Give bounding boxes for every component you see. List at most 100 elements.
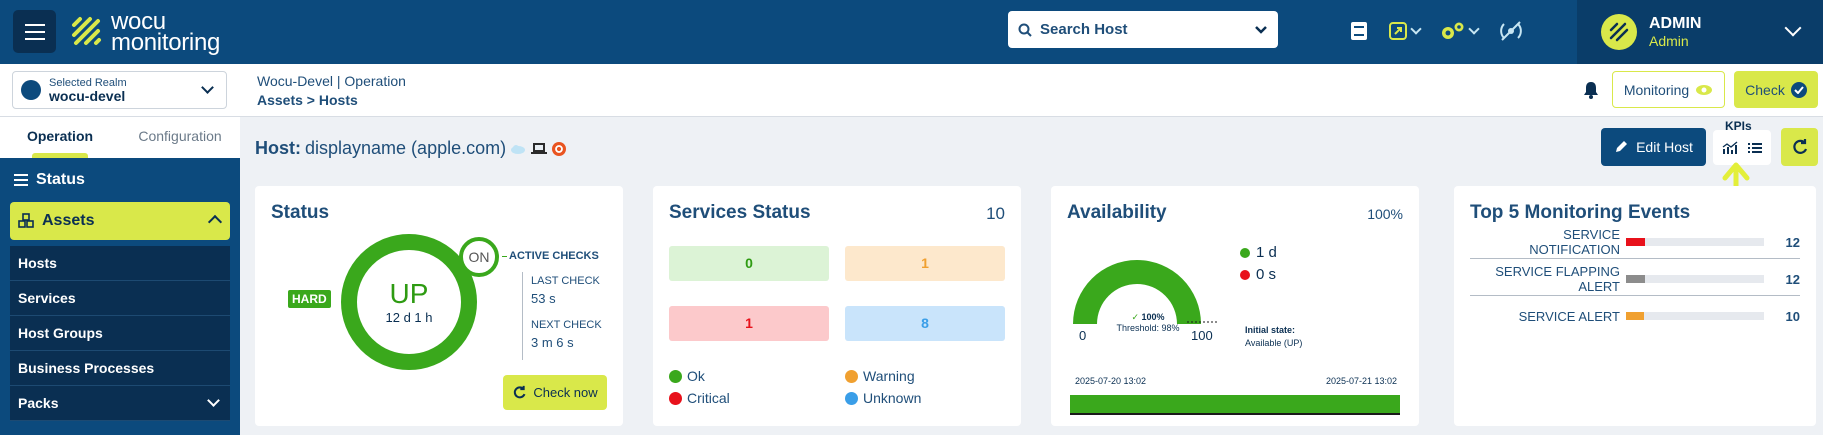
event-bar — [1626, 312, 1644, 320]
chevron-down-icon — [1410, 23, 1422, 35]
event-row[interactable]: SERVICE NOTIFICATION 12 — [1470, 227, 1800, 257]
chevron-up-icon — [207, 214, 223, 230]
sidebar-item-label: Status — [36, 171, 85, 188]
chevron-down-icon — [1784, 19, 1802, 37]
search-host-dropdown[interactable]: Search Host — [1008, 11, 1278, 48]
chart-icon[interactable] — [1722, 141, 1738, 155]
antenna-off-icon — [1500, 21, 1522, 41]
refresh-button[interactable] — [1781, 128, 1818, 166]
unknown-dot-icon — [845, 391, 858, 405]
refresh-icon — [1792, 139, 1807, 154]
event-name: SERVICE NOTIFICATION — [1529, 227, 1620, 257]
chevron-down-icon — [207, 394, 220, 407]
sidebar-item-status[interactable]: Status — [0, 158, 240, 202]
initial-state: Initial state: Available (UP) — [1245, 324, 1302, 350]
legend-warning-label: Warning — [863, 368, 915, 384]
external-link-menu[interactable] — [1388, 21, 1422, 41]
services-unknown-box[interactable]: 8 — [845, 306, 1005, 341]
event-row[interactable]: SERVICE FLAPPING ALERT 12 — [1470, 264, 1800, 294]
event-name: SERVICE ALERT — [1518, 308, 1620, 324]
last-check-value: 53 s — [531, 291, 556, 306]
gauge-center: ✓ 100% Threshold: 98% — [1108, 312, 1188, 334]
refresh-icon — [514, 385, 526, 399]
check-times: LAST CHECK 53 s NEXT CHECK 3 m 6 s — [522, 272, 602, 360]
timeline-end: 2025-07-21 13:02 — [1325, 376, 1397, 386]
availability-timeline-bar[interactable] — [1070, 395, 1400, 415]
monitoring-button[interactable]: Monitoring — [1612, 71, 1725, 108]
list-view-icon[interactable] — [1747, 142, 1762, 154]
down-time: 0 s — [1256, 266, 1277, 283]
user-menu[interactable]: ADMIN Admin — [1577, 0, 1823, 64]
initial-state-value: Available (UP) — [1245, 338, 1303, 348]
realm-selector[interactable]: Selected Realm wocu-devel — [12, 71, 227, 109]
logo[interactable]: wocu monitoring — [70, 8, 221, 56]
up-time: 1 d — [1256, 244, 1277, 261]
edit-host-button[interactable]: Edit Host — [1601, 128, 1706, 166]
status-card: Status HARD UP 12 d 1 h ON ACTIVE CHECKS… — [255, 186, 623, 426]
services-status-card: Services Status 10 0 1 1 8 Ok Warning Cr… — [653, 186, 1021, 426]
page-title: Host: displayname (apple.com) — [255, 138, 567, 159]
eye-icon — [1696, 84, 1713, 95]
last-check-label: LAST CHECK — [531, 275, 600, 287]
check-circle-icon — [1790, 81, 1807, 98]
sub-header: Selected Realm wocu-devel Wocu-Devel | O… — [0, 64, 1823, 117]
search-placeholder: Search Host — [1040, 21, 1128, 38]
maintenance-toggle[interactable] — [1498, 18, 1524, 44]
breadcrumb-path[interactable]: Assets > Hosts — [257, 91, 406, 110]
bell-icon — [1584, 82, 1598, 99]
search-icon — [1018, 23, 1032, 37]
sidebar-item-services[interactable]: Services — [10, 281, 230, 316]
check-button[interactable]: Check — [1734, 71, 1818, 108]
event-row[interactable]: SERVICE ALERT 10 — [1470, 304, 1800, 328]
event-count: 10 — [1785, 308, 1800, 324]
check-now-button[interactable]: Check now — [503, 375, 607, 410]
docs-button[interactable] — [1350, 21, 1368, 41]
legend-unknown: Unknown — [845, 390, 921, 406]
sidebar-item-business-processes[interactable]: Business Processes — [10, 351, 230, 386]
initial-state-label: Initial state: — [1245, 325, 1296, 335]
sidebar-item-label: Assets — [42, 212, 95, 229]
logo-text: wocu monitoring — [111, 8, 221, 56]
divider — [1470, 258, 1800, 259]
state-type-badge: HARD — [288, 290, 331, 308]
services-warning-box[interactable]: 1 — [845, 246, 1005, 281]
event-bar — [1626, 275, 1646, 283]
next-check-label: NEXT CHECK — [531, 319, 602, 331]
monitoring-label: Monitoring — [1623, 81, 1690, 98]
notifications-button[interactable] — [1583, 81, 1599, 104]
realm-value: wocu-devel — [49, 88, 126, 104]
critical-dot-icon — [669, 391, 682, 405]
check-label: Check — [1745, 81, 1785, 98]
active-checks-badge[interactable]: ON — [459, 237, 499, 277]
breadcrumb-context[interactable]: Wocu-Devel | Operation — [257, 72, 406, 91]
realm-icon — [21, 80, 41, 100]
legend-critical-label: Critical — [687, 390, 730, 406]
host-state: UP — [389, 277, 429, 309]
chevron-down-icon — [1255, 25, 1267, 34]
pencil-icon — [1616, 141, 1628, 152]
sidebar-item-hosts[interactable]: Hosts — [10, 246, 230, 281]
sidebar-item-host-groups[interactable]: Host Groups — [10, 316, 230, 351]
ok-dot-icon — [669, 369, 682, 383]
cubes-icon — [18, 213, 34, 228]
tab-operation[interactable]: Operation — [0, 117, 120, 158]
sidebar-item-assets[interactable]: Assets — [10, 202, 230, 240]
hamburger-menu-button[interactable] — [13, 10, 56, 53]
settings-menu[interactable] — [1440, 21, 1480, 41]
event-count: 12 — [1785, 271, 1800, 287]
warning-dot-icon — [845, 369, 858, 383]
legend-ok-label: Ok — [687, 368, 705, 384]
state-duration: 12 d 1 h — [385, 309, 433, 325]
monitoring-events-card: Top 5 Monitoring Events SERVICE NOTIFICA… — [1454, 186, 1816, 426]
next-check-value: 3 m 6 s — [531, 335, 574, 350]
services-critical-box[interactable]: 1 — [669, 306, 829, 341]
laptop-icon — [531, 142, 548, 154]
tab-configuration[interactable]: Configuration — [120, 117, 240, 158]
status-card-title: Status — [271, 202, 330, 223]
user-role: Admin — [1649, 33, 1689, 49]
sidebar-tabs: Operation Configuration — [0, 117, 240, 158]
legend-warning: Warning — [845, 368, 915, 384]
sidebar-item-label: Packs — [18, 395, 59, 411]
sidebar-item-packs[interactable]: Packs — [10, 386, 230, 421]
services-ok-box[interactable]: 0 — [669, 246, 829, 281]
